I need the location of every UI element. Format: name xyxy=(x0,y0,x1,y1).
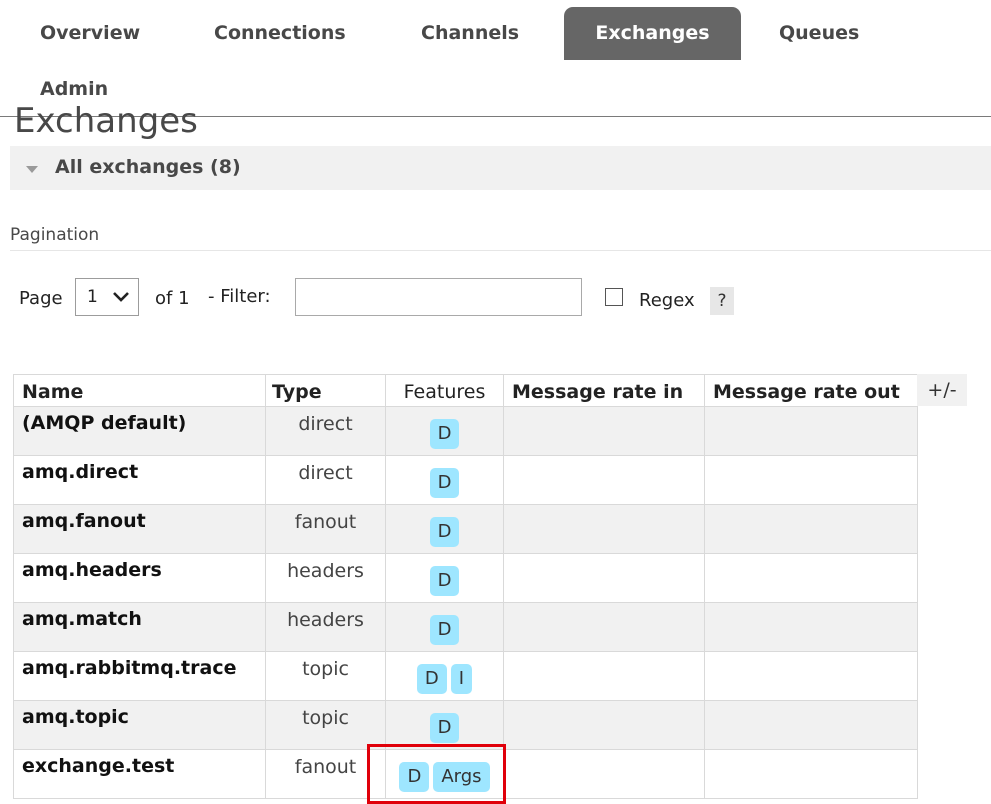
tab-admin[interactable]: Admin xyxy=(40,78,108,100)
table-row: amq.topic topic D xyxy=(13,700,918,750)
message-rate-in-cell xyxy=(503,700,705,750)
section-title: All exchanges (8) xyxy=(55,156,241,178)
tab-exchanges[interactable]: Exchanges xyxy=(564,7,741,60)
feature-badge[interactable]: D xyxy=(429,566,460,596)
collapse-triangle-icon xyxy=(26,166,38,173)
table-row: amq.match headers D xyxy=(13,602,918,652)
exchange-type: headers xyxy=(265,602,386,652)
page-count-label: of 1 xyxy=(155,288,190,309)
tab-queues[interactable]: Queues xyxy=(779,22,859,44)
message-rate-in-cell xyxy=(503,749,705,799)
exchange-name-link[interactable]: amq.fanout xyxy=(13,504,266,554)
message-rate-in-cell xyxy=(503,406,705,456)
all-exchanges-section-header[interactable]: All exchanges (8) xyxy=(10,146,991,190)
feature-badge[interactable]: D xyxy=(399,762,430,792)
table-row: amq.headers headers D xyxy=(13,553,918,603)
message-rate-in-cell xyxy=(503,602,705,652)
regex-help-button[interactable]: ? xyxy=(710,287,734,315)
exchange-type: fanout xyxy=(265,749,386,799)
tab-connections[interactable]: Connections xyxy=(214,22,346,44)
table-header-row: Name Type Features Message rate in Messa… xyxy=(13,374,918,407)
feature-badge[interactable]: Args xyxy=(433,762,490,792)
message-rate-in-cell xyxy=(503,455,705,505)
column-header-features: Features xyxy=(385,374,504,407)
message-rate-out-cell xyxy=(704,504,918,554)
feature-badge[interactable]: D xyxy=(429,517,460,547)
page-select-value: 1 xyxy=(87,287,98,307)
exchange-features: DI xyxy=(385,651,504,701)
exchange-type: direct xyxy=(265,406,386,456)
message-rate-in-cell xyxy=(503,553,705,603)
exchange-name-link[interactable]: amq.topic xyxy=(13,700,266,750)
exchange-name-link[interactable]: amq.rabbitmq.trace xyxy=(13,651,266,701)
top-navigation: Overview Connections Channels Exchanges … xyxy=(0,0,991,117)
exchange-features: D xyxy=(385,602,504,652)
column-header-message-rate-out: Message rate out xyxy=(704,374,918,407)
page-label: Page xyxy=(19,288,63,309)
page-select[interactable]: 1 xyxy=(75,278,139,316)
regex-checkbox[interactable] xyxy=(605,288,623,306)
tab-channels[interactable]: Channels xyxy=(421,22,519,44)
table-row: exchange.test fanout D Args xyxy=(13,749,918,799)
filter-label: - Filter: xyxy=(208,286,271,307)
page-title: Exchanges xyxy=(14,101,198,141)
feature-badge[interactable]: D xyxy=(429,615,460,645)
table-row: amq.fanout fanout D xyxy=(13,504,918,554)
pagination-divider xyxy=(10,250,991,251)
exchange-features: D xyxy=(385,504,504,554)
message-rate-out-cell xyxy=(704,553,918,603)
exchange-type: headers xyxy=(265,553,386,603)
table-row: (AMQP default) direct D xyxy=(13,406,918,456)
exchange-type: topic xyxy=(265,651,386,701)
exchange-name-link[interactable]: exchange.test xyxy=(13,749,266,799)
exchange-type: topic xyxy=(265,700,386,750)
exchange-name-link[interactable]: (AMQP default) xyxy=(13,406,266,456)
chevron-down-icon xyxy=(113,292,129,302)
message-rate-out-cell xyxy=(704,749,918,799)
message-rate-out-cell xyxy=(704,700,918,750)
feature-badge[interactable]: D xyxy=(429,468,460,498)
exchange-name-link[interactable]: amq.match xyxy=(13,602,266,652)
filter-input[interactable] xyxy=(295,278,582,316)
regex-label: Regex xyxy=(639,290,695,311)
exchange-features: D xyxy=(385,700,504,750)
exchange-name-link[interactable]: amq.direct xyxy=(13,455,266,505)
feature-badge[interactable]: D xyxy=(429,713,460,743)
exchange-features: D xyxy=(385,455,504,505)
message-rate-in-cell xyxy=(503,651,705,701)
column-header-name[interactable]: Name xyxy=(13,374,266,407)
column-header-message-rate-in: Message rate in xyxy=(503,374,705,407)
tab-overview[interactable]: Overview xyxy=(40,22,140,44)
table-row: amq.direct direct D xyxy=(13,455,918,505)
message-rate-out-cell xyxy=(704,455,918,505)
message-rate-in-cell xyxy=(503,504,705,554)
exchange-type: direct xyxy=(265,455,386,505)
table-row: amq.rabbitmq.trace topic D I xyxy=(13,651,918,701)
exchange-name-link[interactable]: amq.headers xyxy=(13,553,266,603)
exchange-features: D xyxy=(385,553,504,603)
feature-badge[interactable]: I xyxy=(450,664,473,694)
message-rate-out-cell xyxy=(704,651,918,701)
exchanges-table: Name Type Features Message rate in Messa… xyxy=(13,374,918,799)
message-rate-out-cell xyxy=(704,602,918,652)
exchange-type: fanout xyxy=(265,504,386,554)
message-rate-out-cell xyxy=(704,406,918,456)
feature-badge[interactable]: D xyxy=(429,419,460,449)
column-header-type[interactable]: Type xyxy=(265,374,386,407)
exchange-features: D Args xyxy=(385,749,504,799)
feature-badge[interactable]: D xyxy=(416,664,447,694)
pagination-label: Pagination xyxy=(10,225,100,245)
column-toggle-button[interactable]: +/- xyxy=(917,374,967,406)
exchange-features: D xyxy=(385,406,504,456)
